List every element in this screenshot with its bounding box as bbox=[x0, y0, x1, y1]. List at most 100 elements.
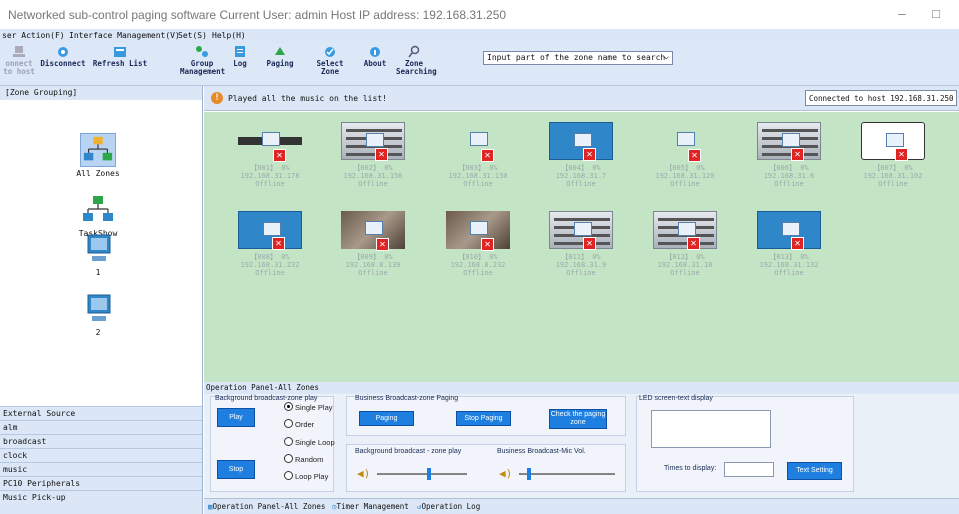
zone-card[interactable]: ✕ 【003】 0% 192.168.31.130 Offline bbox=[432, 122, 524, 202]
computer-icon bbox=[87, 234, 111, 261]
section-pc10-peripherals[interactable]: PC10 Peripherals bbox=[0, 476, 202, 490]
mic-volume-knob[interactable] bbox=[526, 468, 531, 480]
device-icon: ✕ bbox=[341, 211, 405, 251]
zone-card[interactable]: ✕ 【001】 0% 192.168.31.178 Offline bbox=[224, 122, 316, 202]
tab-operation-log[interactable]: ↺Operation Log bbox=[417, 502, 480, 511]
zone-ip: 192.168.31.6 bbox=[763, 172, 815, 180]
zone-card[interactable]: ✕ 【002】 0% 192.168.31.156 Offline bbox=[327, 122, 419, 202]
zone-status: Offline bbox=[463, 269, 493, 277]
section-music[interactable]: music bbox=[0, 462, 202, 476]
zone-status: Offline bbox=[358, 269, 388, 277]
operation-panel-header: Operation Panel-All Zones bbox=[204, 382, 959, 394]
zone-card[interactable]: ✕ 【008】 0% 192.168.31.232 Offline bbox=[224, 211, 316, 291]
times-to-display-input[interactable] bbox=[724, 462, 774, 477]
network-group-icon bbox=[80, 133, 116, 167]
stop-paging-button[interactable]: Stop Paging bbox=[456, 411, 511, 426]
group-2[interactable]: 2 bbox=[74, 292, 122, 337]
menu-user-action[interactable]: ser Action(F) bbox=[2, 31, 65, 40]
maximize-button[interactable]: □ bbox=[922, 4, 950, 24]
section-broadcast[interactable]: broadcast bbox=[0, 434, 202, 448]
mode-single-play[interactable]: Single Play bbox=[284, 402, 333, 412]
mode-order[interactable]: Order bbox=[284, 419, 314, 429]
refresh-list-button[interactable]: Refresh List bbox=[90, 45, 150, 68]
zone-status: Offline bbox=[566, 180, 596, 188]
monitor-icon bbox=[470, 132, 488, 146]
menu-help[interactable]: Help(H) bbox=[212, 31, 246, 40]
offline-x-icon: ✕ bbox=[583, 237, 596, 250]
group-1[interactable]: 1 bbox=[74, 232, 122, 277]
background-volume-knob[interactable] bbox=[426, 468, 431, 480]
group-all-zones[interactable]: All Zones bbox=[74, 133, 122, 178]
background-volume-slider[interactable]: ◀) bbox=[357, 466, 469, 482]
menu-set[interactable]: Set(S) bbox=[178, 31, 207, 40]
paging-button[interactable]: Paging bbox=[264, 45, 296, 68]
offline-x-icon: ✕ bbox=[272, 237, 285, 250]
zone-card[interactable]: ✕ 【004】 0% 192.168.31.7 Offline bbox=[535, 122, 627, 202]
zone-ip: 192.168.31.9 bbox=[555, 261, 607, 269]
chevron-down-icon[interactable]: ⌵ bbox=[664, 52, 669, 62]
zone-id: 【010】 bbox=[458, 253, 485, 261]
zone-id: 【004】 bbox=[561, 164, 588, 172]
mode-random[interactable]: Random bbox=[284, 454, 323, 464]
zone-volume: 0% bbox=[384, 164, 393, 172]
zone-card[interactable]: ✕ 【011】 0% 192.168.31.9 Offline bbox=[535, 211, 627, 291]
mic-volume-slider[interactable]: ◀) bbox=[499, 466, 619, 482]
section-alm[interactable]: alm bbox=[0, 420, 202, 434]
zone-volume: 0% bbox=[592, 164, 601, 172]
mode-loop-play[interactable]: Loop Play bbox=[284, 471, 328, 481]
zone-status: Offline bbox=[878, 180, 908, 188]
zone-grouping-panel: [Zone Grouping] All Zones TaskShow 1 2 E… bbox=[0, 86, 203, 514]
window-title: Networked sub-control paging software Cu… bbox=[8, 8, 507, 22]
zone-card[interactable]: ✕ 【010】 0% 192.168.8.232 Offline bbox=[432, 211, 524, 291]
stop-button[interactable]: Stop bbox=[217, 460, 255, 479]
group-label: All Zones bbox=[76, 169, 120, 178]
about-button[interactable]: About bbox=[362, 45, 388, 68]
toolbar: onnect to host Disconnect Refresh List G… bbox=[0, 43, 959, 86]
monitor-icon bbox=[366, 133, 384, 147]
zone-ip: 192.168.31.102 bbox=[863, 172, 923, 180]
device-icon: ✕ bbox=[341, 122, 405, 161]
zone-grid: ✕ 【001】 0% 192.168.31.178 Offline ✕ 【002】 0% 1… bbox=[204, 112, 959, 382]
section-music-pickup[interactable]: Music Pick-up bbox=[0, 490, 202, 514]
group-management-button[interactable]: Group Management bbox=[180, 45, 225, 76]
device-icon: ✕ bbox=[549, 122, 613, 161]
text-setting-button[interactable]: Text Setting bbox=[787, 462, 842, 480]
monitor-icon bbox=[263, 222, 281, 236]
log-button[interactable]: Log bbox=[229, 45, 251, 68]
zone-ip: 192.168.31.7 bbox=[555, 172, 607, 180]
tab-operation-panel[interactable]: ▦Operation Panel-All Zones bbox=[208, 502, 325, 511]
minimize-button[interactable]: – bbox=[888, 4, 916, 24]
select-zone-button[interactable]: Select Zone bbox=[306, 45, 354, 76]
about-icon bbox=[370, 47, 380, 57]
zone-status: Offline bbox=[774, 180, 804, 188]
zone-caption: 【006】 0% 192.168.31.6 Offline bbox=[743, 164, 835, 188]
paging-button[interactable]: Paging bbox=[359, 411, 414, 426]
zone-search-input[interactable]: Input part of the zone name to search ⌵ bbox=[483, 51, 673, 65]
zone-card[interactable]: ✕ 【013】 0% 192.168.31.132 Offline bbox=[743, 211, 835, 291]
zone-searching-button[interactable]: Zone Searching bbox=[396, 45, 437, 76]
zone-status: Offline bbox=[463, 180, 493, 188]
connect-host-button[interactable]: onnect to host bbox=[2, 45, 36, 76]
check-paging-zone-button[interactable]: Check the paging zone bbox=[549, 409, 607, 429]
monitor-icon bbox=[677, 132, 695, 146]
offline-x-icon: ✕ bbox=[583, 148, 596, 161]
zone-card[interactable]: ✕ 【012】 0% 192.168.31.10 Offline bbox=[639, 211, 731, 291]
business-broadcast-title: Business Broadcast-zone Paging bbox=[355, 395, 459, 402]
monitor-icon bbox=[782, 133, 800, 147]
device-icon: ✕ bbox=[757, 122, 821, 161]
disconnect-button[interactable]: Disconnect bbox=[40, 45, 86, 68]
monitor-icon bbox=[782, 222, 800, 236]
zone-status: Offline bbox=[670, 269, 700, 277]
zone-card[interactable]: ✕ 【007】 0% 192.168.31.102 Offline bbox=[847, 122, 939, 202]
section-external-source[interactable]: External Source bbox=[0, 406, 202, 420]
menu-interface-management[interactable]: Interface Management(V) bbox=[69, 31, 180, 40]
play-button[interactable]: Play bbox=[217, 408, 255, 427]
section-clock[interactable]: clock bbox=[0, 448, 202, 462]
zone-card[interactable]: ✕ 【005】 0% 192.168.31.120 Offline bbox=[639, 122, 731, 202]
mode-single-loop[interactable]: Single Loop bbox=[284, 437, 335, 447]
network-group-icon bbox=[83, 196, 113, 221]
zone-card[interactable]: ✕ 【006】 0% 192.168.31.6 Offline bbox=[743, 122, 835, 202]
tab-timer-management[interactable]: ◷Timer Management bbox=[332, 502, 409, 511]
led-text-input[interactable] bbox=[651, 410, 771, 448]
zone-card[interactable]: ✕ 【009】 0% 192.168.8.139 Offline bbox=[327, 211, 419, 291]
